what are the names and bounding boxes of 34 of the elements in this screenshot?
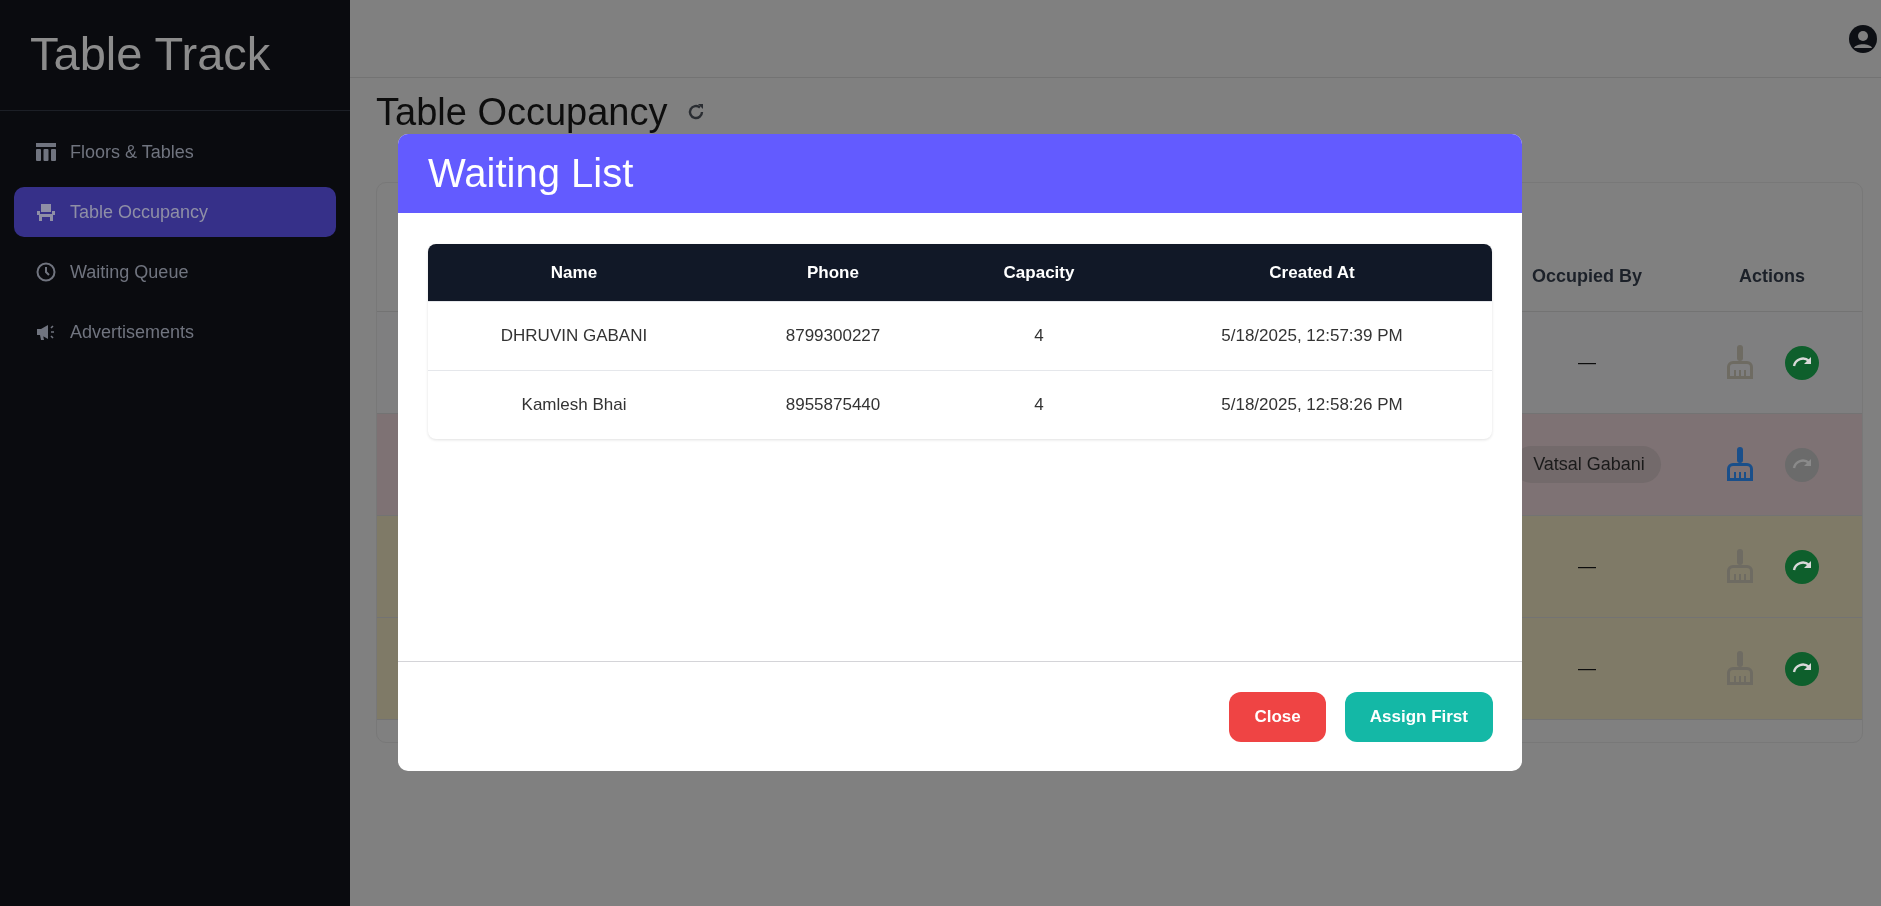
table-cell: 4 [1034, 326, 1044, 345]
page-title: Table Occupancy [376, 90, 668, 134]
table-icon [36, 143, 56, 161]
redo-icon[interactable] [1785, 549, 1819, 584]
column-header: Actions [1738, 265, 1806, 287]
table-cell: — [1578, 352, 1596, 373]
table-cell: — [1578, 556, 1596, 577]
nav-item[interactable]: Floors & Tables [14, 127, 336, 177]
armchair-icon [36, 202, 56, 222]
table-cell: 8955875440 [785, 395, 881, 414]
table-cell: 8799300227 [785, 326, 881, 345]
user-icon[interactable] [1849, 24, 1877, 53]
assign-button[interactable]: Assign First [1344, 691, 1493, 742]
megaphone-icon [36, 323, 56, 341]
table-cell: 5/18/2025, 12:58:26 PM [1221, 395, 1403, 414]
dialog-title: Waiting List [428, 151, 634, 196]
close-button[interactable]: Close [1229, 691, 1326, 742]
column-header: Phone [806, 262, 860, 283]
nav-item[interactable]: Table Occupancy [14, 187, 336, 237]
column-header: Occupied By [1531, 265, 1643, 287]
brand-title: Table Track [0, 0, 350, 111]
nav-item[interactable]: Waiting Queue [14, 247, 336, 297]
table-cell: Kamlesh Bhai [521, 395, 627, 414]
column-header: Capacity [1002, 262, 1076, 283]
column-header: Name [549, 262, 599, 283]
table-cell: 5/18/2025, 12:57:39 PM [1221, 326, 1403, 345]
clock-icon [36, 262, 56, 282]
table-cell: DHRUVIN GABANI [500, 326, 648, 345]
redo-icon[interactable] [1785, 345, 1819, 380]
redo-icon[interactable] [1785, 651, 1819, 686]
column-header: Created At [1268, 262, 1356, 283]
table-cell: 4 [1034, 395, 1044, 414]
table-cell: — [1578, 658, 1596, 679]
nav-item[interactable]: Advertisements [14, 307, 336, 357]
